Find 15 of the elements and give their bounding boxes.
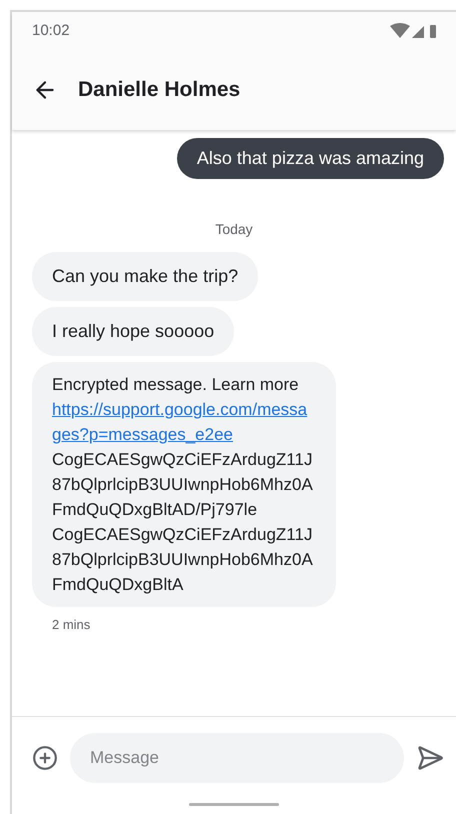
message-code: CogECAESgwQzCiEFzArdugZ11J87bQlprlcipB3UUIwnpHob6Mhz0AFmdQuQDxgBltA bbox=[52, 524, 314, 596]
date-label: Today bbox=[215, 220, 253, 239]
message-field[interactable]: Message bbox=[70, 733, 404, 783]
status-icons bbox=[390, 23, 436, 39]
message-bubble: I really hope sooooo bbox=[32, 307, 234, 356]
message-time: 2 mins bbox=[52, 617, 90, 632]
contact-name: Danielle Holmes bbox=[78, 77, 240, 104]
status-time: 10:02 bbox=[32, 20, 70, 41]
message-text: Encrypted message. Learn more bbox=[52, 374, 300, 396]
message-link[interactable]: https://support.google.com/messages?p=messages_e2ee bbox=[52, 397, 316, 447]
send-icon[interactable] bbox=[416, 744, 444, 772]
message-code: CogECAESgwQzCiEFzArdugZ11J87bQlprlcipB3UUIwnpHob6Mhz0AFmdQuQDxgBltAD/Pj797le bbox=[52, 449, 314, 521]
message-bubble: Can you make the trip? bbox=[32, 252, 258, 301]
message-bubble: Also that pizza was amazing bbox=[176, 138, 444, 179]
add-icon[interactable] bbox=[32, 745, 58, 771]
